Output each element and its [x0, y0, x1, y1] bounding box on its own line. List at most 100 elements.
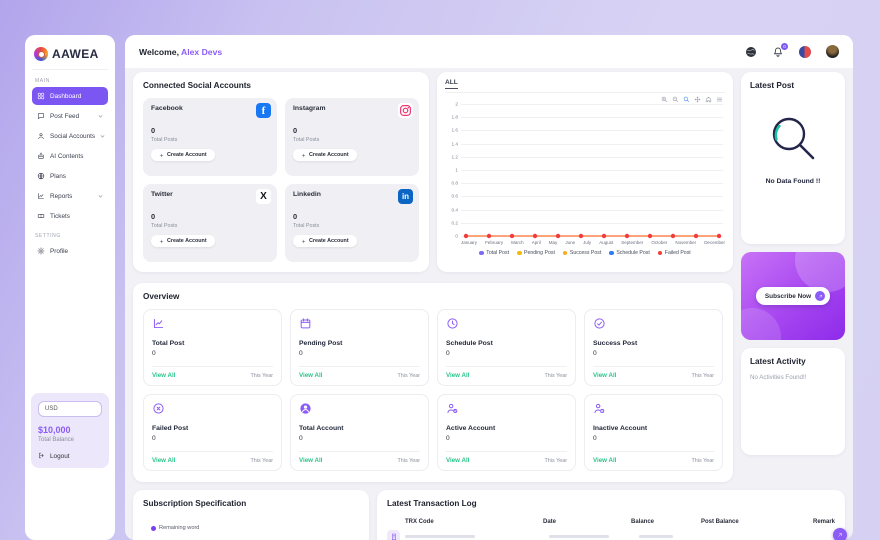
overview-label: Total Post: [152, 340, 273, 347]
clock-icon: [446, 317, 459, 330]
chevron-down-icon: [98, 114, 103, 119]
transaction-row[interactable]: [387, 530, 835, 540]
pan-icon[interactable]: [694, 96, 701, 103]
sidebar-item-plans[interactable]: Plans: [32, 167, 108, 185]
sidebar-item-profile[interactable]: Profile: [32, 242, 108, 260]
view-all-link[interactable]: View All: [593, 372, 616, 379]
latest-activity-title: Latest Activity: [750, 357, 836, 366]
logo[interactable]: AAWEA: [32, 45, 108, 70]
legend-dot: [151, 526, 156, 531]
chart-y-tick: 0: [445, 234, 458, 239]
view-all-link[interactable]: View All: [152, 457, 175, 464]
social-card-facebook: Facebookf0Total PostsCreate Account: [143, 98, 277, 176]
dashboard-icon: [37, 92, 45, 100]
overview-card-active-account: Active Account 0 View All This Year: [437, 394, 576, 471]
legend-dot: [609, 251, 614, 256]
welcome-text: Welcome, Alex Devs: [139, 47, 222, 57]
legend-item-total-post[interactable]: Total Post: [479, 250, 509, 256]
view-all-link[interactable]: View All: [152, 372, 175, 379]
view-all-link[interactable]: View All: [446, 372, 469, 379]
chevron-down-icon: [98, 194, 103, 199]
view-all-link[interactable]: View All: [593, 457, 616, 464]
sidebar-item-dashboard[interactable]: Dashboard: [32, 87, 108, 105]
legend-item-success-post[interactable]: Success Post: [563, 250, 601, 256]
chart-y-tick: 1.6: [445, 128, 458, 133]
column-header-post-balance: Post Balance: [701, 519, 793, 525]
view-all-link[interactable]: View All: [299, 457, 322, 464]
chart-x-label: July: [583, 240, 591, 245]
overview-label: Active Account: [446, 425, 567, 432]
bell-icon[interactable]: 0: [772, 46, 784, 58]
overview-footer: View AllThis Year: [593, 366, 714, 385]
overview-value: 0: [299, 435, 420, 442]
sidebar-item-tickets[interactable]: Tickets: [32, 207, 108, 225]
user-x-icon: [593, 402, 606, 415]
view-all-link[interactable]: View All: [446, 457, 469, 464]
overview-value: 0: [593, 350, 714, 357]
sidebar-item-label: Tickets: [50, 213, 70, 220]
tab-all[interactable]: ALL: [445, 79, 458, 89]
chart-x-label: February: [485, 240, 503, 245]
chart-x-label: August: [599, 240, 613, 245]
sidebar-item-label: Profile: [50, 248, 68, 255]
period-label: This Year: [545, 458, 567, 464]
legend-item-failed-post[interactable]: Failed Post: [658, 250, 691, 256]
reports-icon: [37, 192, 45, 200]
overview-value: 0: [299, 350, 420, 357]
create-account-button[interactable]: Create Account: [293, 149, 357, 161]
chart-x-label: December: [704, 240, 725, 245]
transactions-title: Latest Transaction Log: [387, 499, 835, 508]
legend-item-schedule-post[interactable]: Schedule Post: [609, 250, 649, 256]
column-header-balance: Balance: [631, 519, 701, 525]
sidebar-item-post-feed[interactable]: Post Feed: [32, 107, 108, 125]
legend-item-pending-post[interactable]: Pending Post: [517, 250, 555, 256]
balance-label: Total Balance: [38, 437, 102, 443]
create-account-button[interactable]: Create Account: [151, 235, 215, 247]
subscribe-now-button[interactable]: Subscribe Now: [756, 287, 830, 305]
social-name: Instagram: [293, 105, 411, 112]
floating-chat-button[interactable]: [833, 528, 847, 540]
latest-activity-card: Latest Activity No Activities Found!!: [741, 348, 845, 455]
overview-value: 0: [446, 435, 567, 442]
home-icon[interactable]: [705, 96, 712, 103]
globe-icon[interactable]: [745, 46, 757, 58]
create-account-button[interactable]: Create Account: [293, 235, 357, 247]
overview-label: Inactive Account: [593, 425, 714, 432]
social-post-count: 0: [151, 126, 269, 135]
language-flag-icon[interactable]: [799, 46, 811, 58]
create-account-button[interactable]: Create Account: [151, 149, 215, 161]
zoom-out-icon[interactable]: [672, 96, 679, 103]
zoom-in-icon[interactable]: [661, 96, 668, 103]
logout-button[interactable]: Logout: [38, 452, 102, 460]
sidebar-item-label: Dashboard: [50, 93, 81, 100]
subscription-title: Subscription Specification: [143, 499, 359, 508]
posts-chart-card: ALL 21.81.61.41.210.80.60.40.20 JanuaryF…: [437, 72, 733, 272]
overview-footer: View All This Year: [152, 366, 273, 385]
sidebar-item-ai-contents[interactable]: AI Contents: [32, 147, 108, 165]
create-account-label: Create Account: [167, 152, 207, 158]
social-card-twitter: TwitterX0Total PostsCreate Account: [143, 184, 277, 262]
view-all-link[interactable]: View All: [299, 372, 322, 379]
subscribe-label: Subscribe Now: [765, 293, 811, 300]
sidebar-item-reports[interactable]: Reports: [32, 187, 108, 205]
plans-icon: [37, 172, 45, 180]
social-card-linkedin: Linkedinin0Total PostsCreate Account: [285, 184, 419, 262]
avatar[interactable]: [826, 45, 839, 58]
plus-icon: [159, 153, 164, 158]
sidebar-item-social-accounts[interactable]: Social Accounts: [32, 127, 108, 145]
currency-select[interactable]: USD: [38, 401, 102, 417]
menu-icon[interactable]: [716, 96, 723, 103]
post-feed-icon: [37, 112, 45, 120]
chart-y-tick: 0.4: [445, 207, 458, 212]
selection-icon[interactable]: [683, 96, 690, 103]
legend-label: Total Post: [486, 250, 509, 256]
period-label: This Year: [251, 373, 273, 379]
chart-x-label: January: [461, 240, 477, 245]
social-name: Twitter: [151, 191, 269, 198]
facebook-icon: f: [256, 103, 271, 118]
calendar-icon: [299, 317, 312, 330]
plus-icon: [301, 239, 306, 244]
profile-icon: [37, 247, 45, 255]
overview-label: Total Account: [299, 425, 420, 432]
user-check-icon: [446, 402, 459, 415]
